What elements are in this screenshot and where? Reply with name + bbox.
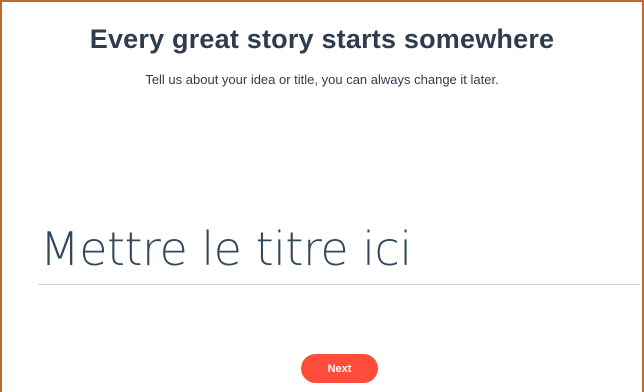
- story-title-input[interactable]: [40, 216, 640, 282]
- title-input-underline: [38, 284, 640, 285]
- page-title: Every great story starts somewhere: [89, 24, 555, 54]
- next-button[interactable]: Next: [301, 354, 378, 383]
- story-setup-panel: Every great story starts somewhere Tell …: [0, 0, 644, 392]
- page-subtitle: Tell us about your idea or title, you ca…: [145, 72, 499, 87]
